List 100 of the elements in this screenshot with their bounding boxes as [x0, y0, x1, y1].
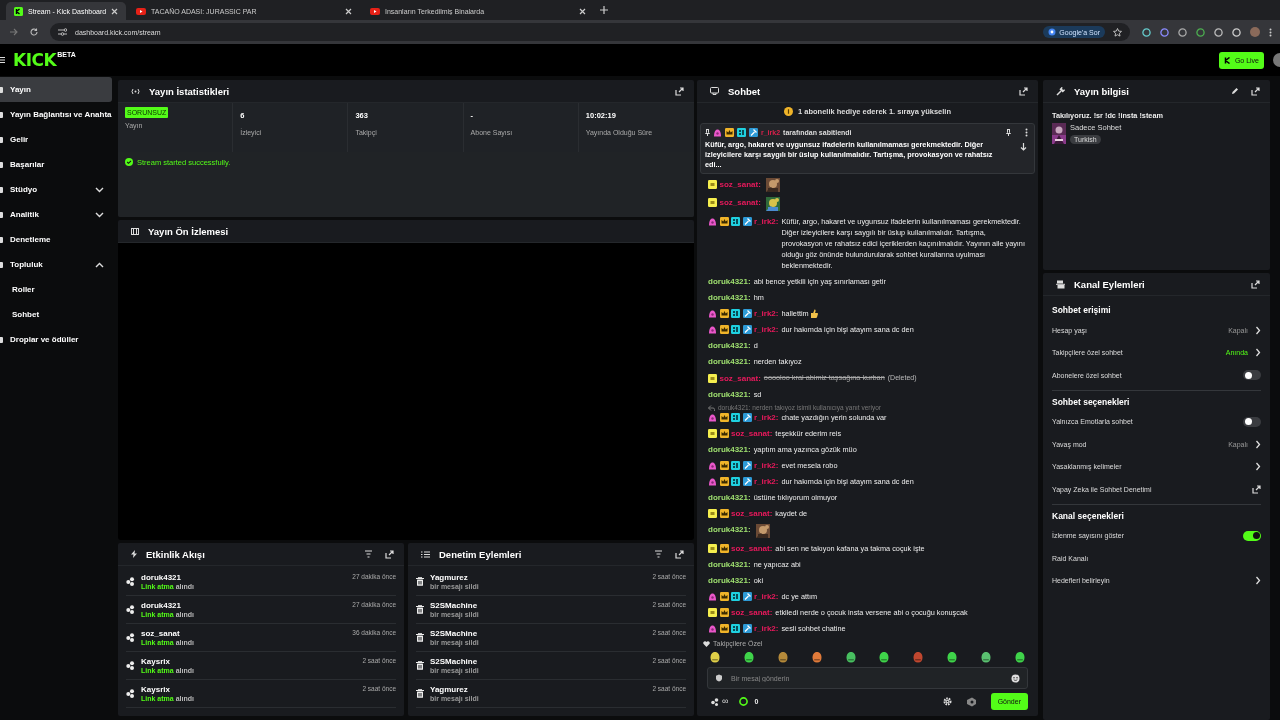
browser-menu-icon[interactable] — [1269, 27, 1272, 37]
filter-icon[interactable] — [364, 550, 373, 558]
more-icon[interactable] — [1025, 127, 1028, 137]
bookmark-star-icon[interactable] — [1113, 27, 1122, 37]
emote-icon[interactable] — [980, 651, 992, 663]
sidebar-item[interactable]: Yayın — [0, 77, 112, 102]
subscriber-badge-icon — [708, 509, 717, 519]
toggle-switch[interactable] — [1243, 416, 1261, 427]
emote-icon[interactable] — [810, 651, 823, 663]
reply-icon — [708, 404, 715, 411]
crown-badge-icon — [719, 309, 729, 319]
pin-icon — [705, 128, 710, 136]
emote-icon[interactable] — [1013, 651, 1026, 663]
badge-gear-icon[interactable] — [965, 696, 977, 707]
mod-tools-icon — [1056, 279, 1065, 289]
video-favicon-icon — [370, 7, 380, 15]
chat-username[interactable]: doruk4321: — [708, 292, 751, 304]
pin-icon[interactable] — [1006, 128, 1011, 136]
chat-username[interactable]: r_irk2: — [754, 591, 779, 603]
chat-username[interactable]: soz_sanat: — [731, 542, 773, 554]
user-avatar-icon[interactable] — [1270, 53, 1280, 67]
close-icon[interactable] — [579, 7, 586, 15]
trash-icon — [416, 689, 424, 698]
moderator-badge-icon — [742, 624, 752, 634]
og-badge-icon — [731, 309, 740, 319]
new-tab-icon[interactable] — [600, 6, 608, 14]
emote-icon[interactable] — [844, 651, 857, 663]
emote-icon[interactable] — [709, 651, 721, 663]
chat-username[interactable]: soz_sanat: — [719, 178, 761, 190]
gift-badge-icon — [708, 476, 717, 486]
sidebar-item[interactable]: Başarılar — [0, 152, 112, 177]
chat-username[interactable]: doruk4321: — [708, 575, 751, 587]
emote-icon[interactable] — [878, 651, 891, 663]
chat-username[interactable]: r_irk2: — [754, 459, 779, 471]
emoji-picker-icon[interactable] — [1011, 673, 1020, 683]
chat-username[interactable]: doruk4321: — [708, 388, 751, 400]
chat-username[interactable]: r_irk2: — [754, 411, 779, 423]
external-link-icon[interactable] — [675, 86, 684, 96]
settings-icon[interactable] — [942, 697, 952, 706]
sidebar-item[interactable]: Roller — [0, 277, 112, 302]
sidebar-item[interactable]: Yayın Bağlantısı ve Anahta — [0, 102, 112, 127]
chat-username[interactable]: r_irk2: — [754, 216, 779, 228]
chat-username[interactable]: soz_sanat: — [731, 508, 773, 520]
crown-badge-icon — [719, 608, 729, 618]
chat-username[interactable]: doruk4321: — [708, 559, 751, 571]
chat-username[interactable]: doruk4321: — [708, 443, 751, 455]
filter-icon[interactable] — [654, 550, 663, 558]
edit-icon[interactable] — [1231, 87, 1239, 95]
close-icon[interactable] — [111, 7, 118, 15]
sidebar-item[interactable]: Stüdyo — [0, 177, 112, 202]
sidebar-item[interactable]: Topluluk — [0, 252, 112, 277]
chat-username[interactable]: doruk4321: — [708, 524, 751, 536]
chat-username[interactable]: doruk4321: — [708, 356, 751, 368]
chat-username[interactable]: soz_sanat: — [731, 427, 773, 439]
subscriber-badge-icon — [708, 428, 717, 438]
emote-icon[interactable] — [776, 651, 789, 663]
external-link-icon[interactable] — [1251, 86, 1260, 96]
chat-icon — [710, 87, 719, 95]
external-link-icon[interactable] — [1019, 86, 1028, 96]
sidebar-item[interactable]: Droplar ve ödüller — [0, 327, 112, 352]
moderator-badge-icon — [742, 460, 752, 470]
chat-username[interactable]: soz_sanat: — [719, 197, 761, 209]
sidebar-item[interactable]: Analitik — [0, 202, 112, 227]
kick-icon — [1223, 56, 1231, 64]
external-link-icon[interactable] — [385, 549, 394, 559]
chat-username[interactable]: doruk4321: — [708, 276, 751, 288]
moderator-badge-icon — [742, 325, 752, 335]
emote-icon[interactable] — [946, 651, 959, 663]
reload-icon[interactable] — [30, 28, 38, 36]
gift-badge-icon — [713, 127, 722, 137]
subscriber-badge-icon — [708, 373, 717, 383]
chat-username[interactable]: doruk4321: — [708, 340, 751, 352]
emote-icon[interactable] — [742, 651, 755, 663]
close-icon[interactable] — [345, 7, 352, 15]
chat-username[interactable]: r_irk2: — [754, 308, 779, 320]
external-link-icon[interactable] — [1251, 279, 1260, 289]
external-link-icon[interactable] — [1252, 484, 1261, 494]
toggle-switch[interactable] — [1243, 530, 1261, 541]
coin-icon — [784, 107, 793, 116]
chatters-icon[interactable] — [711, 697, 719, 706]
profile-avatar-icon[interactable] — [1250, 27, 1260, 37]
menu-icon[interactable] — [0, 57, 5, 63]
gift-badge-icon — [708, 624, 717, 634]
subscriber-badge-icon — [708, 179, 717, 189]
chat-username[interactable]: soz_sanat: — [719, 372, 761, 384]
wrench-icon — [1056, 86, 1065, 96]
chat-username[interactable]: r_irk2: — [754, 324, 779, 336]
chat-username[interactable]: r_irk2: — [754, 475, 779, 487]
sidebar-item[interactable]: Sohbet — [0, 302, 112, 327]
chat-username[interactable]: r_irk2: — [754, 623, 779, 635]
sidebar-item[interactable]: Gelir — [0, 127, 112, 152]
reward-icon — [126, 689, 135, 698]
forward-icon[interactable] — [10, 28, 18, 36]
sidebar-item[interactable]: Denetleme — [0, 227, 112, 252]
chat-username[interactable]: doruk4321: — [708, 491, 751, 503]
panel-title: Yayın Ön İzlemesi — [148, 225, 229, 237]
toggle-switch[interactable] — [1243, 370, 1261, 381]
external-link-icon[interactable] — [675, 549, 684, 559]
chat-username[interactable]: soz_sanat: — [731, 607, 773, 619]
expand-arrow-icon[interactable] — [1020, 143, 1027, 151]
